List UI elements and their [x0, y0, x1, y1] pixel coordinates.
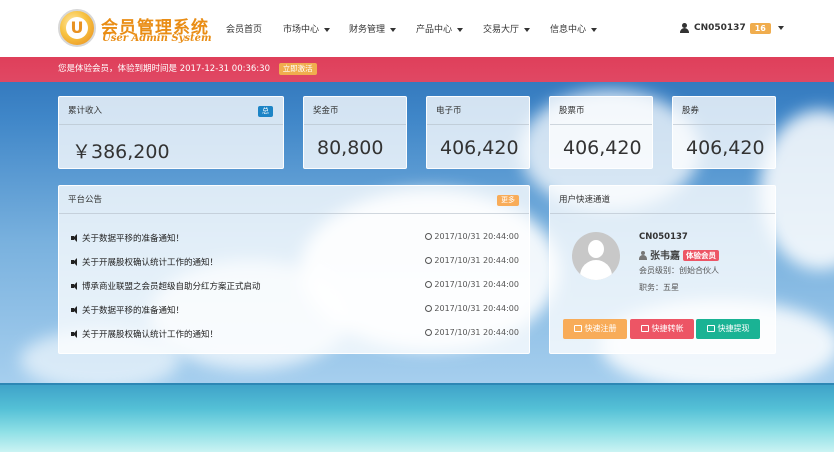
chevron-down-icon [390, 27, 397, 32]
total-badge: 总 [258, 106, 273, 117]
speaker-icon [71, 330, 79, 338]
stat-card-stock-coin: 股票币 406,420 [549, 96, 653, 169]
clock-icon [425, 257, 433, 264]
user-quick-panel: 用户快速通道 CN050137 张韦嘉 体验会员 会员级别：创始合伙人 职务：五星… [549, 185, 776, 354]
announcement-item[interactable]: 博承商业联盟之会员超级自助分红方案正式启动 2017/10/31 20:44:0… [71, 280, 519, 292]
speaker-icon [71, 282, 79, 290]
stat-label: 电子币 [427, 97, 529, 125]
chevron-down-icon [591, 27, 598, 32]
message-count-badge: 16 [749, 22, 771, 34]
logo-icon[interactable]: U [58, 9, 96, 47]
nav-trading-hall[interactable]: 交易大厅 [483, 22, 531, 35]
stat-label: 累计收入 总 [59, 97, 283, 125]
chevron-down-icon [524, 27, 531, 32]
stat-card-total-income: 累计收入 总 ￥386,200 [58, 96, 284, 169]
speaker-icon [71, 258, 79, 266]
brand-subtitle: User Admin System [102, 33, 212, 44]
stat-label: 股票币 [550, 97, 652, 125]
user-icon [639, 251, 647, 260]
panel-title: 平台公告 更多 [59, 186, 529, 214]
announcement-item[interactable]: 关于数据平移的准备通知！ 2017/10/31 20:44:00 [71, 304, 519, 316]
stat-card-e-coin: 电子币 406,420 [426, 96, 530, 169]
stat-value: 406,420 [440, 137, 519, 159]
nav-home[interactable]: 会员首页 [226, 22, 262, 35]
member-type-badge: 体验会员 [683, 250, 719, 261]
sea [0, 385, 834, 452]
chevron-down-icon [457, 27, 464, 32]
panel-title: 用户快速通道 [550, 186, 775, 214]
withdraw-icon [706, 325, 715, 332]
more-link[interactable]: 更多 [497, 195, 519, 206]
clock-icon [425, 305, 433, 312]
avatar[interactable] [572, 232, 620, 280]
stat-card-bonus-coin: 奖金币 80,800 [303, 96, 407, 169]
nav-market-center[interactable]: 市场中心 [283, 22, 331, 35]
stat-card-share-voucher: 股券 406,420 [672, 96, 776, 169]
quick-register-button[interactable]: 快速注册 [563, 319, 627, 339]
user-icon [680, 23, 689, 33]
quick-withdraw-button[interactable]: 快捷提现 [696, 319, 760, 339]
announcement-item[interactable]: 关于开展股权确认统计工作的通知！ 2017/10/31 20:44:00 [71, 328, 519, 340]
speaker-icon [71, 234, 79, 242]
stat-value: ￥386,200 [72, 141, 170, 163]
expiry-notice-text: 您是体验会员，体验到期时间是 2017-12-31 00:36:30 [58, 64, 270, 74]
clock-icon [425, 281, 433, 288]
member-id: CN050137 [639, 232, 688, 242]
nav-info-center[interactable]: 信息中心 [550, 22, 598, 35]
quick-transfer-button[interactable]: 快捷转帐 [630, 319, 694, 339]
stat-value: 406,420 [563, 137, 642, 159]
user-id: CN050137 [694, 23, 746, 33]
chevron-down-icon [324, 27, 331, 32]
announcements-panel: 平台公告 更多 关于数据平移的准备通知！ 2017/10/31 20:44:00… [58, 185, 530, 354]
user-menu[interactable]: CN050137 16 [680, 20, 784, 36]
nav-products[interactable]: 产品中心 [416, 22, 464, 35]
announcement-item[interactable]: 关于开展股权确认统计工作的通知！ 2017/10/31 20:44:00 [71, 256, 519, 268]
member-name: 张韦嘉 体验会员 [639, 247, 719, 262]
stat-value: 406,420 [686, 137, 765, 159]
member-post: 职务：五星 [639, 283, 679, 292]
user-add-icon [573, 325, 582, 332]
speaker-icon [71, 306, 79, 314]
chevron-down-icon [777, 26, 784, 30]
stat-label: 奖金币 [304, 97, 406, 125]
expiry-notice-bar: 您是体验会员，体验到期时间是 2017-12-31 00:36:30 立即激活 [0, 57, 834, 82]
member-level: 会员级别：创始合伙人 [639, 266, 719, 275]
activate-now-button[interactable]: 立即激活 [278, 62, 317, 75]
stat-label: 股券 [673, 97, 775, 125]
transfer-icon [640, 325, 649, 332]
stat-value: 80,800 [317, 137, 384, 159]
nav-finance[interactable]: 财务管理 [349, 22, 397, 35]
announcement-item[interactable]: 关于数据平移的准备通知！ 2017/10/31 20:44:00 [71, 232, 519, 244]
top-navbar: U 会员管理系统 User Admin System 会员首页 市场中心 财务管… [0, 0, 834, 57]
clock-icon [425, 329, 433, 336]
clock-icon [425, 233, 433, 240]
